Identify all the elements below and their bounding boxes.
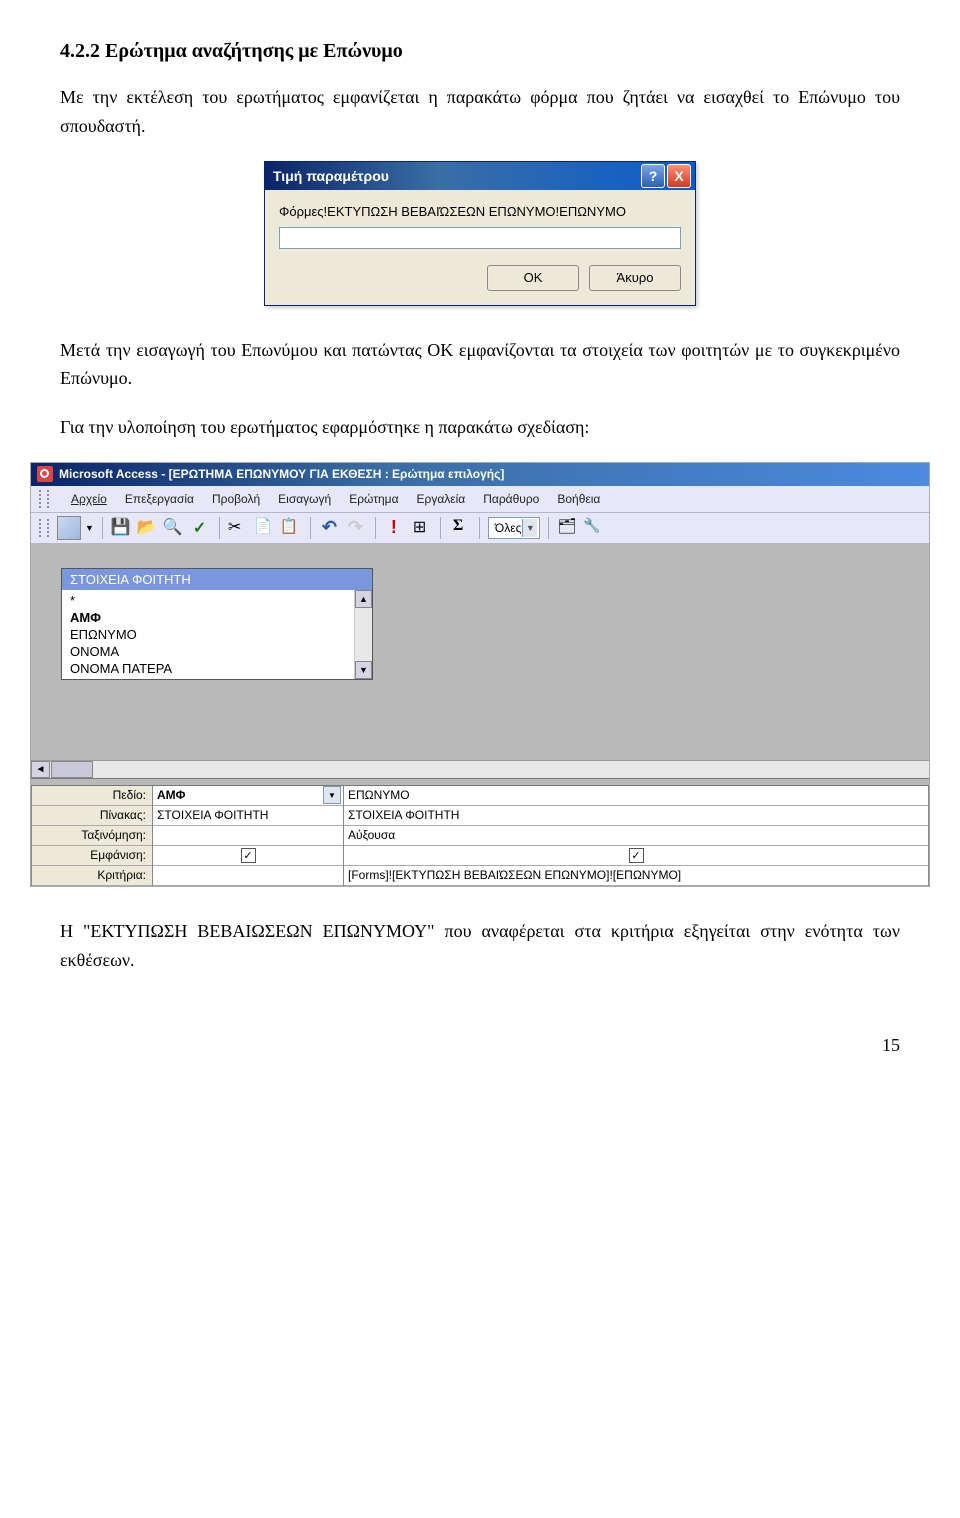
- checkbox-col2[interactable]: ✓: [629, 848, 644, 863]
- fieldlist-item-onoma-patera[interactable]: ΟΝΟΜΑ ΠΑΤΕΡΑ: [62, 660, 354, 677]
- dialog-container: Τιμή παραμέτρου ? X Φόρμες!ΕΚΤΥΠΩΣΗ ΒΕΒΑ…: [60, 161, 900, 306]
- save-icon[interactable]: [111, 517, 133, 539]
- copy-icon[interactable]: [254, 517, 276, 539]
- cell-col1-sort[interactable]: [153, 826, 343, 846]
- dialog-title: Τιμή παραμέτρου: [269, 168, 641, 184]
- menu-insert[interactable]: Εισαγωγή: [278, 492, 331, 506]
- close-button[interactable]: X: [667, 164, 691, 188]
- print-preview-icon[interactable]: [163, 517, 185, 539]
- checkbox-col1[interactable]: ✓: [241, 848, 256, 863]
- open-icon[interactable]: [137, 517, 159, 539]
- grid-row-labels: Πεδίο: Πίνακας: Ταξινόμηση: Εμφάνιση: Κρ…: [31, 786, 153, 886]
- access-window: Microsoft Access - [ΕΡΩΤΗΜΑ ΕΠΩΝΥΜΟΥ ΓΙΑ…: [30, 462, 930, 887]
- cancel-button[interactable]: Άκυρο: [589, 265, 681, 291]
- help-button[interactable]: ?: [641, 164, 665, 188]
- view-icon[interactable]: [57, 516, 81, 540]
- dialog-prompt-label: Φόρμες!ΕΚΤΥΠΩΣΗ ΒΕΒΑΙΏΣΕΩΝ ΕΠΩΝΥΜΟ!ΕΠΩΝΥ…: [279, 204, 681, 219]
- fieldlist-item-star[interactable]: *: [62, 592, 354, 609]
- redo-icon[interactable]: [345, 517, 367, 539]
- cell-col1-criteria[interactable]: [153, 866, 343, 886]
- dialog-titlebar: Τιμή παραμέτρου ? X: [265, 162, 695, 190]
- fieldlist-scrollbar[interactable]: ▲ ▼: [354, 590, 372, 679]
- page-number: 15: [60, 1035, 900, 1056]
- cell-col1-show[interactable]: ✓: [153, 846, 343, 866]
- spellcheck-icon[interactable]: [189, 517, 211, 539]
- paragraph-3: Για την υλοποίηση του ερωτήματος εφαρμόσ…: [60, 413, 900, 442]
- label-criteria: Κριτήρια:: [32, 866, 152, 886]
- grid-col-1: ΑΜΦ ΣΤΟΙΧΕΙΑ ΦΟΙΤΗΤΗ ✓: [153, 786, 344, 886]
- paragraph-4: Η "ΕΚΤΥΠΩΣΗ ΒΕΒΑΙΩΣΕΩΝ ΕΠΩΝΥΜΟΥ" που ανα…: [60, 917, 900, 975]
- cut-icon[interactable]: [228, 517, 250, 539]
- menu-handle-icon: [39, 490, 49, 508]
- qbe-grid: Πεδίο: Πίνακας: Ταξινόμηση: Εμφάνιση: Κρ…: [31, 786, 929, 886]
- cell-col1-field[interactable]: ΑΜΦ: [153, 786, 343, 806]
- label-sort: Ταξινόμηση:: [32, 826, 152, 846]
- paste-icon[interactable]: [280, 517, 302, 539]
- grid-col-2: ΕΠΩΝΥΜΟ ΣΤΟΙΧΕΙΑ ΦΟΙΤΗΤΗ Αύξουσα ✓ [Form…: [344, 786, 929, 886]
- parameter-dialog: Τιμή παραμέτρου ? X Φόρμες!ΕΚΤΥΠΩΣΗ ΒΕΒΑ…: [264, 161, 696, 306]
- menu-help[interactable]: Βοήθεια: [557, 492, 600, 506]
- cell-col2-criteria[interactable]: [Forms]![ΕΚΤΥΠΩΣΗ ΒΕΒΑΙΏΣΕΩΝ ΕΠΩΝΥΜΟ]![Ε…: [344, 866, 928, 886]
- top-values-combo[interactable]: Όλες: [488, 517, 540, 539]
- menu-query[interactable]: Ερώτημα: [349, 492, 398, 506]
- menu-view[interactable]: Προβολή: [212, 492, 260, 506]
- fieldlist-item-amf[interactable]: ΑΜΦ: [62, 609, 354, 626]
- totals-icon[interactable]: [449, 517, 471, 539]
- label-table: Πίνακας:: [32, 806, 152, 826]
- split-bar[interactable]: [31, 778, 929, 786]
- menu-edit[interactable]: Επεξεργασία: [125, 492, 194, 506]
- query-design-area: ΣΤΟΙΧΕΙΑ ΦΟΙΤΗΤΗ * ΑΜΦ ΕΠΩΝΥΜΟ ΟΝΟΜΑ ΟΝΟ…: [31, 544, 929, 778]
- build-icon[interactable]: [583, 517, 605, 539]
- paragraph-1: Με την εκτέλεση του ερωτήματος εμφανίζετ…: [60, 83, 900, 141]
- access-toolbar: ▼ Όλες: [31, 513, 929, 544]
- cell-col2-show[interactable]: ✓: [344, 846, 928, 866]
- access-menubar: Αρχείο Επεξεργασία Προβολή Εισαγωγή Ερώτ…: [31, 486, 929, 513]
- cell-col2-sort[interactable]: Αύξουσα: [344, 826, 928, 846]
- fieldlist-item-eponymo[interactable]: ΕΠΩΝΥΜΟ: [62, 626, 354, 643]
- hscroll-left-icon[interactable]: ◄: [31, 761, 50, 778]
- menu-tools[interactable]: Εργαλεία: [417, 492, 466, 506]
- run-icon[interactable]: [384, 517, 406, 539]
- access-titlebar: Microsoft Access - [ΕΡΩΤΗΜΑ ΕΠΩΝΥΜΟΥ ΓΙΑ…: [31, 463, 929, 486]
- paragraph-2: Μετά την εισαγωγή του Επωνύμου και πατών…: [60, 336, 900, 394]
- section-heading: 4.2.2 Ερώτημα αναζήτησης με Επώνυμο: [60, 40, 900, 63]
- label-show: Εμφάνιση:: [32, 846, 152, 866]
- scroll-down-icon[interactable]: ▼: [355, 661, 372, 679]
- ok-button[interactable]: OK: [487, 265, 579, 291]
- parameter-input[interactable]: [279, 227, 681, 249]
- cell-col2-field[interactable]: ΕΠΩΝΥΜΟ: [344, 786, 928, 806]
- access-title-text: Microsoft Access - [ΕΡΩΤΗΜΑ ΕΠΩΝΥΜΟΥ ΓΙΑ…: [59, 467, 504, 481]
- properties-icon[interactable]: [557, 517, 579, 539]
- cell-col2-table[interactable]: ΣΤΟΙΧΕΙΑ ΦΟΙΤΗΤΗ: [344, 806, 928, 826]
- fieldlist-item-onoma[interactable]: ΟΝΟΜΑ: [62, 643, 354, 660]
- cell-col1-table[interactable]: ΣΤΟΙΧΕΙΑ ΦΟΙΤΗΤΗ: [153, 806, 343, 826]
- show-table-icon[interactable]: [410, 517, 432, 539]
- design-hscroll[interactable]: ◄: [31, 760, 929, 778]
- label-field: Πεδίο:: [32, 786, 152, 806]
- toolbar-handle-icon: [39, 519, 49, 537]
- scroll-up-icon[interactable]: ▲: [355, 590, 372, 608]
- undo-icon[interactable]: [319, 517, 341, 539]
- access-app-icon: [37, 466, 53, 482]
- menu-window[interactable]: Παράθυρο: [483, 492, 539, 506]
- fieldlist-title: ΣΤΟΙΧΕΙΑ ΦΟΙΤΗΤΗ: [62, 569, 372, 590]
- hscroll-thumb[interactable]: [51, 761, 93, 778]
- table-fieldlist: ΣΤΟΙΧΕΙΑ ΦΟΙΤΗΤΗ * ΑΜΦ ΕΠΩΝΥΜΟ ΟΝΟΜΑ ΟΝΟ…: [61, 568, 373, 680]
- menu-file[interactable]: Αρχείο: [71, 492, 107, 506]
